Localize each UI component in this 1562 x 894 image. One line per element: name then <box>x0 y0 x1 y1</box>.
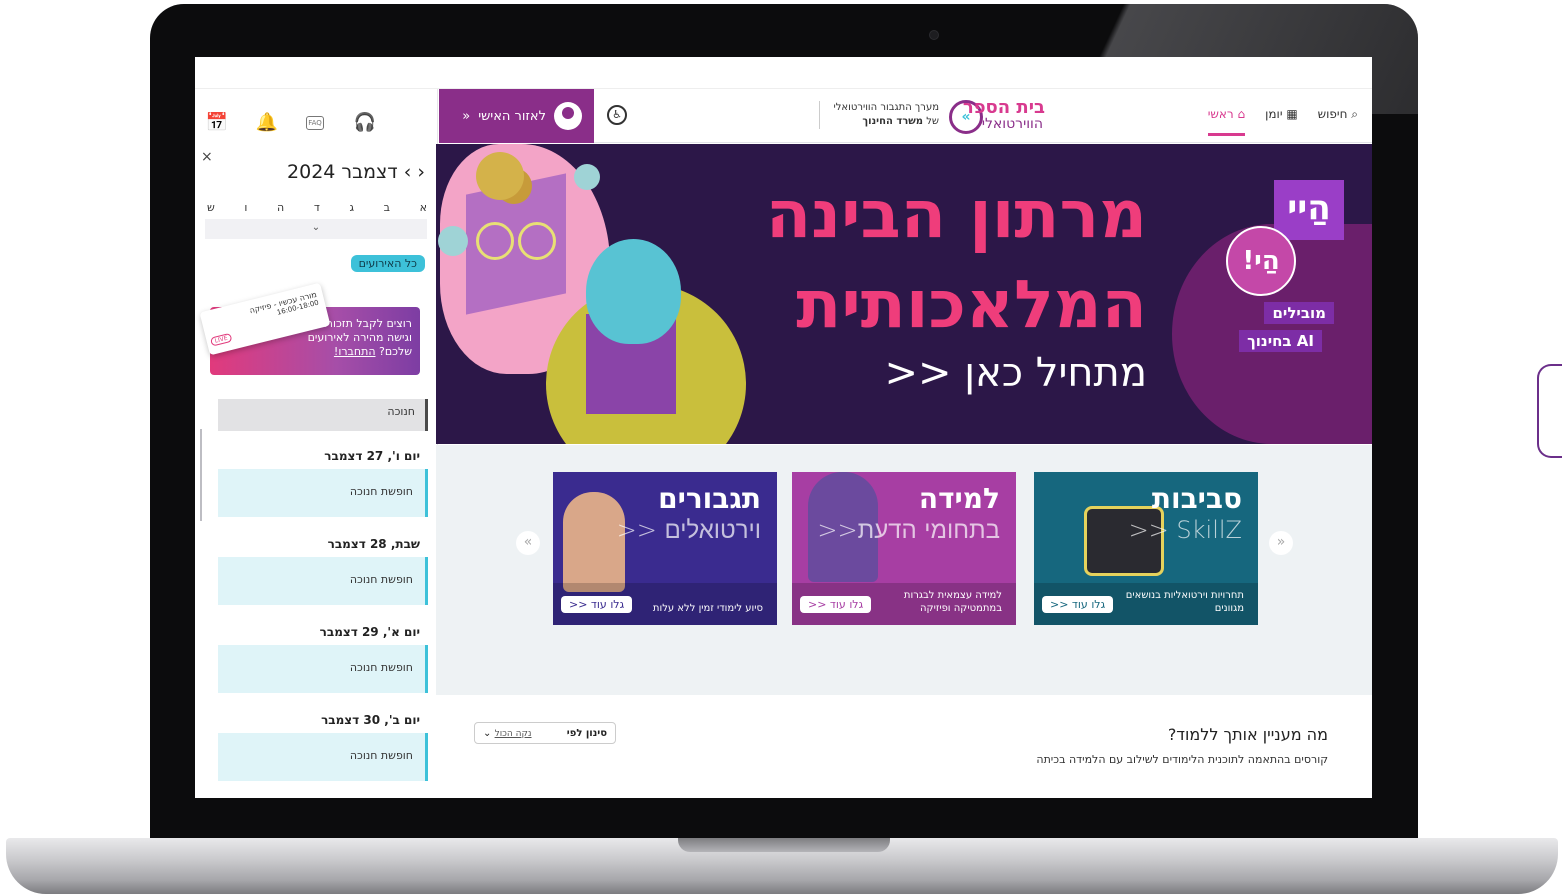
browser-top-bar <box>195 57 1372 89</box>
ball-illustration <box>438 226 468 256</box>
event-item[interactable]: חופשת חנוכה <box>218 645 428 693</box>
site-header: לאזור האישי « ♿ מערך התגבור הווירטואלי ש… <box>439 89 1372 143</box>
faq-icon[interactable]: FAQ <box>306 116 324 130</box>
user-avatar-icon <box>554 102 582 130</box>
live-badge: LIVE <box>209 332 233 347</box>
weekday-label: ד <box>313 201 320 214</box>
main-nav: ⌂ ראשי ▦ יומן ⌕ חיפוש <box>1207 107 1358 136</box>
ball-illustration <box>574 164 600 190</box>
panel-scrollbar[interactable] <box>200 429 202 521</box>
card-subtitle: SkillZ << <box>1128 516 1242 544</box>
laptop-notch <box>678 838 890 852</box>
carousel-prev-button[interactable]: « <box>516 531 540 555</box>
calendar-icon[interactable]: 📅 <box>205 111 229 135</box>
leaders-tag: מובילים <box>1264 302 1334 324</box>
org-credit: מערך התגבור הווירטואלי של משרד החינוך <box>819 101 939 129</box>
gold-brain-illustration <box>476 152 524 200</box>
discover-more-button[interactable]: גלו עוד << <box>800 596 872 613</box>
org-line1: מערך התגבור הווירטואלי <box>833 102 939 113</box>
courses-section: מה מעניין אותך ללמוד? קורסים בהתאמה לתוכ… <box>436 695 1372 798</box>
panel-icon-bar: 📅 🔔 FAQ 🎧 <box>195 89 438 145</box>
clear-all-link[interactable]: נקה הכול <box>495 729 532 739</box>
card-title: תגבורים <box>658 482 761 515</box>
event-item[interactable]: חופשת חנוכה <box>218 557 428 605</box>
card-description: תחרויות וירטואליות בנושאים מגוונים <box>1125 590 1244 614</box>
event-day-title: יום ב', 30 דצמבר <box>321 713 420 727</box>
bell-icon[interactable]: 🔔 <box>255 111 279 135</box>
hero-title-line1: מרתון הבינה <box>765 176 1147 253</box>
month-header: ‹ › דצמבר 2024 <box>287 161 425 183</box>
hey-badge: הַיי <box>1274 180 1344 240</box>
personal-area-label: לאזור האישי <box>478 108 546 124</box>
nav-search-label: חיפוש <box>1317 107 1348 121</box>
chevron-down-icon: ⌄ <box>311 222 321 233</box>
ai-education-tag: AI בחינוך <box>1239 330 1322 352</box>
event-item[interactable]: חופשת חנוכה <box>218 733 428 781</box>
event-item[interactable]: חנוכה <box>218 399 428 431</box>
close-icon[interactable]: × <box>201 149 213 165</box>
camera-dot <box>929 30 939 40</box>
nav-diary[interactable]: ▦ יומן <box>1265 107 1298 136</box>
chevron-down-icon: ⌄ <box>483 727 492 739</box>
card-title: למידה <box>918 482 1000 515</box>
courses-title: מה מעניין אותך ללמוד? <box>1167 725 1328 744</box>
hero-cta-link[interactable]: מתחיל כאן << <box>884 350 1147 396</box>
weekday-label: א <box>419 201 427 214</box>
event-day-title: יום א', 29 דצמבר <box>319 625 420 639</box>
double-chevron-left-icon: « <box>462 108 471 124</box>
browser-screen: 📅 🔔 FAQ 🎧 × ‹ › דצמבר 2024 א ב ג ד ה ו ש <box>195 57 1372 798</box>
prev-month-button[interactable]: ‹ <box>417 161 425 183</box>
discover-more-button[interactable]: גלו עוד << <box>1042 596 1114 613</box>
headset-icon[interactable]: 🎧 <box>353 111 377 135</box>
weekday-label: ה <box>277 201 285 214</box>
filter-label: סינון לפי <box>566 727 607 739</box>
org-prefix: של <box>926 116 939 127</box>
hero-title-line2: המלאכותית <box>796 266 1147 343</box>
feature-cards-carousel: « » סביבות SkillZ << תחרויות וירטואליות … <box>436 445 1372 695</box>
event-day-title: יום ו', 27 דצמבר <box>324 449 420 463</box>
nav-home-label: ראשי <box>1207 107 1234 121</box>
card-subtitle: וירטואלים << <box>616 516 761 544</box>
calendar-panel: 📅 🔔 FAQ 🎧 × ‹ › דצמבר 2024 א ב ג ד ה ו ש <box>195 89 438 798</box>
next-month-button[interactable]: › <box>404 161 412 183</box>
logo-title: בית הספר <box>962 97 1045 118</box>
weekday-label: ג <box>349 201 354 214</box>
ministry-name: משרד החינוך <box>862 116 924 127</box>
nav-diary-label: יומן <box>1265 107 1283 121</box>
nav-home[interactable]: ⌂ ראשי <box>1207 107 1246 136</box>
hai-bubble: הַי! <box>1226 226 1296 296</box>
calendar-expand-bar[interactable]: ⌄ <box>205 219 427 239</box>
card-title: סביבות <box>1151 482 1242 515</box>
weekday-label: ב <box>383 201 390 214</box>
card-learning[interactable]: למידה בתחומי הדעת<< למידה עצמאית לבגרות … <box>792 472 1016 625</box>
courses-subtitle: קורסים בהתאמה לתוכנית הלימודים לשילוב עם… <box>1036 753 1328 766</box>
event-day-title: שבת, 28 דצמבר <box>327 537 420 551</box>
laptop-mockup: 📅 🔔 FAQ 🎧 × ‹ › דצמבר 2024 א ב ג ד ה ו ש <box>0 0 1562 894</box>
accessibility-icon[interactable]: ♿ <box>607 105 627 125</box>
weekday-label: ש <box>207 201 215 214</box>
all-events-button[interactable]: כל האירועים <box>350 255 425 272</box>
site-logo[interactable]: « בית הספר הווירטואלי <box>949 92 1045 142</box>
nav-search[interactable]: ⌕ חיפוש <box>1318 107 1358 136</box>
logo-subtitle: הווירטואלי <box>981 116 1043 132</box>
side-handle-tab[interactable] <box>1537 364 1562 458</box>
personal-area-button[interactable]: לאזור האישי « <box>439 89 594 143</box>
event-item[interactable]: חופשת חנוכה <box>218 469 428 517</box>
hero-banner[interactable]: מרתון הבינה המלאכותית מתחיל כאן << הַיי … <box>436 144 1372 444</box>
login-link[interactable]: התחברו! <box>334 345 376 358</box>
glasses-illustration <box>476 222 556 260</box>
carousel-next-button[interactable]: » <box>1269 531 1293 555</box>
weekday-row: א ב ג ד ה ו ש <box>207 201 427 214</box>
card-skillz[interactable]: סביבות SkillZ << תחרויות וירטואליות בנוש… <box>1034 472 1258 625</box>
brain-illustration <box>586 239 681 344</box>
month-title: דצמבר 2024 <box>287 161 398 183</box>
card-description: סיוע לימודי זמין ללא עלות <box>652 603 763 614</box>
card-description: למידה עצמאית לבגרות במתמטיקה ופיזיקה <box>903 590 1002 614</box>
card-subtitle: בתחומי הדעת<< <box>817 516 1000 544</box>
card-tutoring[interactable]: תגבורים וירטואלים << סיוע לימודי זמין לל… <box>553 472 777 625</box>
discover-more-button[interactable]: גלו עוד << <box>561 596 633 613</box>
weekday-label: ו <box>244 201 248 214</box>
filter-dropdown[interactable]: סינון לפי נקה הכול ⌄ <box>474 722 616 744</box>
